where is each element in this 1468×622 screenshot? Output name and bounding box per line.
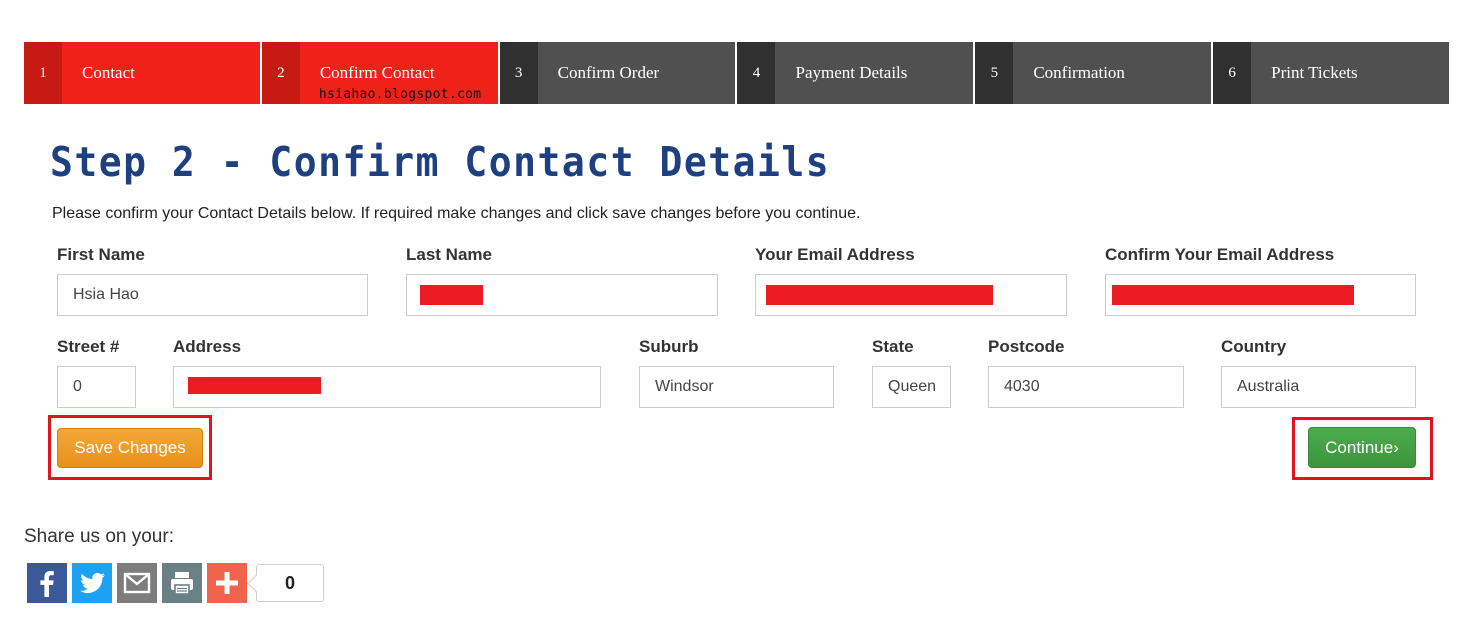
continue-button[interactable]: Continue› xyxy=(1308,427,1416,468)
step-payment-details[interactable]: 4 Payment Details xyxy=(737,42,976,104)
print-share-button[interactable] xyxy=(162,563,202,603)
redaction-mark xyxy=(188,377,321,394)
postcode-input[interactable] xyxy=(988,366,1184,408)
email-share-button[interactable] xyxy=(117,563,157,603)
email-icon xyxy=(123,572,151,594)
step-number: 3 xyxy=(499,42,538,104)
page-title: Step 2 - Confirm Contact Details xyxy=(50,138,831,186)
first-name-label: First Name xyxy=(57,245,145,264)
suburb-input[interactable] xyxy=(639,366,834,408)
street-number-label: Street # xyxy=(57,337,120,356)
state-input[interactable] xyxy=(872,366,951,408)
blog-watermark: hsiahao.blogspot.com xyxy=(318,87,482,102)
step-number: 6 xyxy=(1213,42,1252,104)
facebook-icon xyxy=(40,571,54,597)
print-icon xyxy=(171,572,193,595)
page-root: 1 Contact 2 Confirm Contact hsiahao.blog… xyxy=(0,0,1468,622)
twitter-icon xyxy=(80,572,105,594)
step-label: Payment Details xyxy=(775,42,974,104)
facebook-share-button[interactable] xyxy=(27,563,67,603)
first-name-input[interactable] xyxy=(57,274,368,316)
share-count: 0 xyxy=(256,564,324,602)
step-contact[interactable]: 1 Contact xyxy=(24,42,262,104)
more-icon xyxy=(216,572,238,594)
intro-text: Please confirm your Contact Details belo… xyxy=(52,205,861,222)
step-print-tickets[interactable]: 6 Print Tickets xyxy=(1213,42,1449,104)
step-confirm-order[interactable]: 3 Confirm Order xyxy=(499,42,738,104)
twitter-share-button[interactable] xyxy=(72,563,112,603)
confirm-email-label: Confirm Your Email Address xyxy=(1105,245,1335,264)
address-label: Address xyxy=(173,337,242,356)
step-label: Contact xyxy=(62,42,260,104)
redaction-mark xyxy=(1112,285,1354,305)
step-confirm-contact[interactable]: 2 Confirm Contact hsiahao.blogspot.com xyxy=(261,42,500,104)
email-label: Your Email Address xyxy=(755,245,915,264)
step-label: Confirmation xyxy=(1013,42,1212,104)
progress-steps: 1 Contact 2 Confirm Contact hsiahao.blog… xyxy=(24,42,1449,104)
step-number: 2 xyxy=(261,42,300,104)
step-label: Confirm Order xyxy=(537,42,736,104)
country-label: Country xyxy=(1221,337,1287,356)
step-label: Print Tickets xyxy=(1251,42,1449,104)
save-changes-button[interactable]: Save Changes xyxy=(57,428,203,468)
redaction-mark xyxy=(766,285,993,305)
country-input[interactable] xyxy=(1221,366,1416,408)
share-count-value: 0 xyxy=(284,572,295,593)
share-title: Share us on your: xyxy=(24,526,174,547)
more-share-button[interactable] xyxy=(207,563,247,603)
step-number: 1 xyxy=(24,42,62,104)
street-number-input[interactable] xyxy=(57,366,136,408)
suburb-label: Suburb xyxy=(639,337,699,356)
last-name-label: Last Name xyxy=(406,245,492,264)
step-number: 4 xyxy=(737,42,776,104)
postcode-label: Postcode xyxy=(988,337,1065,356)
step-number: 5 xyxy=(975,42,1014,104)
redaction-mark xyxy=(420,285,483,305)
step-confirmation[interactable]: 5 Confirmation xyxy=(975,42,1214,104)
state-label: State xyxy=(872,337,914,356)
